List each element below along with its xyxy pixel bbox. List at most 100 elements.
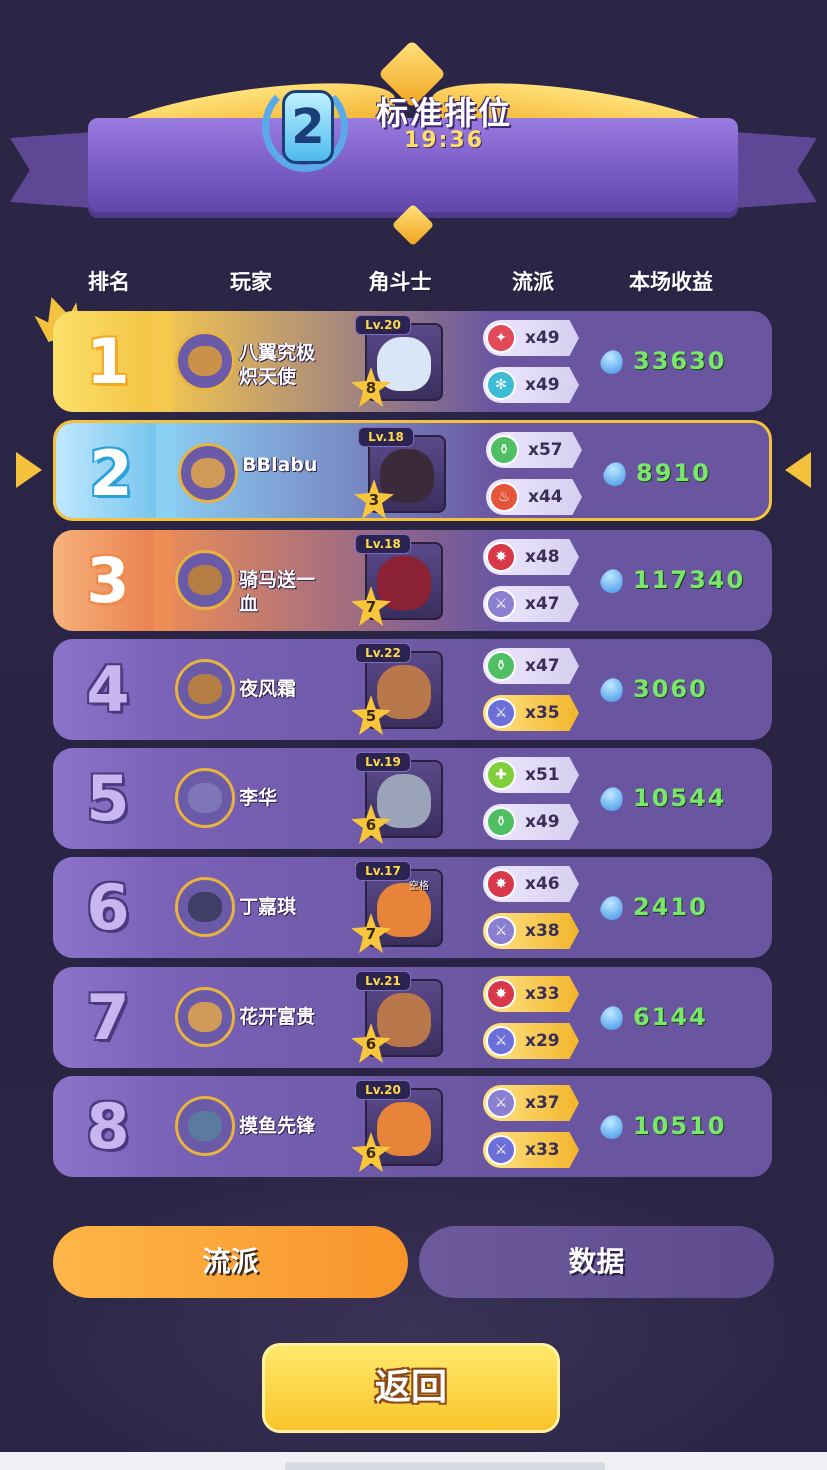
style-pill[interactable]: ⚔ x38 (483, 913, 579, 949)
style-pill[interactable]: ⚱ x47 (483, 648, 579, 684)
rank-number: 7 (86, 981, 130, 1054)
style-pill[interactable]: ⚔ x33 (483, 1132, 579, 1168)
style-pill[interactable]: ⚔ x37 (483, 1085, 579, 1121)
style-pill[interactable]: ✸ x48 (483, 539, 579, 575)
player-name: 骑马送一血 (239, 569, 316, 615)
leaderboard-row[interactable]: 3 骑马送一血 Lv.18 7 ✸ x48 ⚔ x47 117340 (53, 530, 772, 631)
leaderboard-row[interactable]: 4 夜风霜 Lv.22 5 ⚱ x47 ⚔ x35 3060 (53, 639, 772, 740)
potion-icon: ⚱ (486, 651, 516, 681)
gem-icon (597, 346, 627, 378)
style-pill[interactable]: ✦ x49 (483, 320, 579, 356)
leaderboard-row[interactable]: 7 花开富贵 Lv.21 6 ✸ x33 ⚔ x29 6144 (53, 967, 772, 1068)
style-pill[interactable]: ✚ x51 (483, 757, 579, 793)
style-pill[interactable]: ✸ x46 (483, 866, 579, 902)
gem-icon (600, 458, 630, 490)
avatar[interactable] (175, 550, 235, 610)
rank-number: 5 (86, 762, 130, 835)
style-pill[interactable]: ⚔ x47 (483, 586, 579, 622)
rank-number: 8 (86, 1090, 130, 1163)
style-count: x35 (525, 703, 560, 723)
gem-icon (597, 674, 627, 706)
potion-icon: ⚱ (489, 435, 519, 465)
style-count: x48 (525, 547, 560, 567)
style-count: x46 (525, 874, 560, 894)
gladiator-level: Lv.21 (355, 971, 411, 991)
snowflake-icon: ✻ (486, 370, 516, 400)
avatar[interactable] (175, 877, 235, 937)
earnings-value: 10544 (633, 784, 727, 812)
player-name: 八翼究极炽天使 (239, 342, 316, 388)
sword-icon: ⚔ (486, 916, 516, 946)
potion-icon: ⚱ (486, 807, 516, 837)
leaderboard-row[interactable]: 6 丁嘉琪 Lv.17 7 空格 ✸ x46 ⚔ x38 2410 (53, 857, 772, 958)
avatar[interactable] (178, 443, 238, 503)
gladiator-star-count: 3 (368, 491, 380, 509)
gem-icon (597, 892, 627, 924)
gladiator-level: Lv.20 (355, 1080, 411, 1100)
avatar-face-icon (188, 565, 222, 595)
heal-icon: ✚ (486, 760, 516, 790)
tab-data[interactable]: 数据 (419, 1226, 774, 1298)
player-name: 花开富贵 (239, 1006, 316, 1028)
leaderboard-row[interactable]: 2 BBlabu Lv.18 3 ⚱ x57 ♨ x44 8910 (53, 420, 772, 521)
style-pill[interactable]: ⚱ x57 (486, 432, 582, 468)
burst-icon: ✸ (486, 979, 516, 1009)
style-count: x33 (525, 984, 560, 1004)
avatar-face-icon (188, 783, 222, 813)
rank-number: 1 (86, 325, 130, 398)
match-timer: 19:36 (404, 128, 485, 153)
sword-icon: ⚔ (486, 589, 516, 619)
gladiator-level: Lv.17 (355, 861, 411, 881)
earnings-value: 3060 (633, 675, 708, 703)
gladiator-tag: 空格 (409, 881, 429, 892)
avatar-face-icon (188, 674, 222, 704)
avatar-face-icon (188, 892, 222, 922)
avatar-face-icon (188, 1002, 222, 1032)
player-name: BBlabu (242, 454, 318, 476)
style-pill[interactable]: ♨ x44 (486, 479, 582, 515)
style-pill[interactable]: ✸ x33 (483, 976, 579, 1012)
style-pill[interactable]: ✻ x49 (483, 367, 579, 403)
avatar-face-icon (188, 346, 222, 376)
gladiator-star-count: 6 (365, 816, 377, 834)
style-count: x33 (525, 1140, 560, 1160)
player-name: 夜风霜 (239, 678, 297, 700)
style-count: x57 (528, 440, 563, 460)
avatar[interactable] (175, 1096, 235, 1156)
back-button[interactable]: 返回 (262, 1343, 560, 1433)
system-bottom-handle (285, 1462, 605, 1470)
earnings-value: 33630 (633, 347, 727, 375)
column-header-rank: 排名 (88, 270, 130, 294)
rank-emblem: 2 (262, 82, 348, 172)
column-header-player: 玩家 (230, 270, 272, 294)
rank-badge: 2 (282, 90, 334, 164)
avatar[interactable] (175, 331, 235, 391)
avatar[interactable] (175, 659, 235, 719)
style-pill[interactable]: ⚔ x29 (483, 1023, 579, 1059)
blade-icon: ✦ (486, 323, 516, 353)
burst-icon: ✸ (486, 542, 516, 572)
leaderboard-row[interactable]: 5 李华 Lv.19 6 ✚ x51 ⚱ x49 10544 (53, 748, 772, 849)
style-pill[interactable]: ⚱ x49 (483, 804, 579, 840)
leaderboard-row[interactable]: 1 八翼究极炽天使 Lv.20 8 ✦ x49 ✻ x49 33630 (53, 311, 772, 412)
burst-icon: ✸ (486, 869, 516, 899)
rank-number: 2 (89, 437, 133, 510)
style-pill[interactable]: ⚔ x35 (483, 695, 579, 731)
style-count: x49 (525, 375, 560, 395)
column-header-gladiator: 角斗士 (368, 270, 432, 294)
style-count: x44 (528, 487, 563, 507)
sword-icon: ⚔ (486, 1135, 516, 1165)
earnings-value: 8910 (636, 459, 711, 487)
earnings-value: 10510 (633, 1112, 727, 1140)
leaderboard-row[interactable]: 8 摸鱼先锋 Lv.20 6 ⚔ x37 ⚔ x33 10510 (53, 1076, 772, 1177)
rank-number: 6 (86, 871, 130, 944)
avatar-face-icon (191, 458, 225, 488)
avatar[interactable] (175, 987, 235, 1047)
tab-styles[interactable]: 流派 (53, 1226, 408, 1298)
gladiator-level: Lv.19 (355, 752, 411, 772)
gladiator-level: Lv.20 (355, 315, 411, 335)
gem-icon (597, 1002, 627, 1034)
style-count: x51 (525, 765, 560, 785)
avatar[interactable] (175, 768, 235, 828)
earnings-value: 2410 (633, 893, 708, 921)
